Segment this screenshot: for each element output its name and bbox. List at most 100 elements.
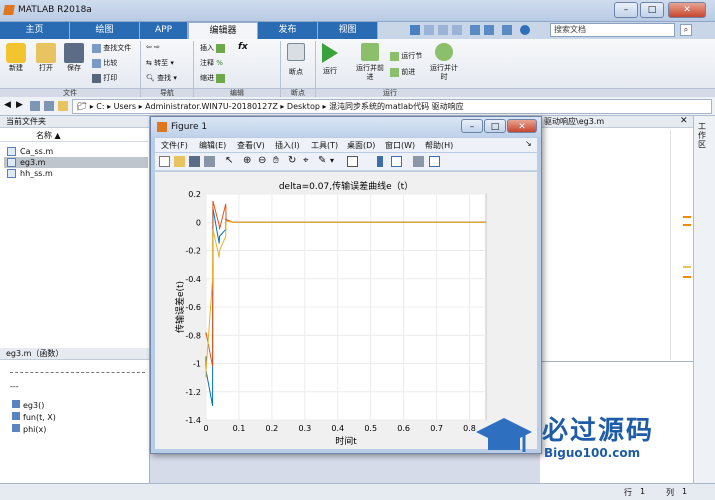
menu-tools[interactable]: 工具(T) <box>311 140 338 151</box>
tab-view[interactable]: 视图 <box>318 22 378 39</box>
status-bar: 行 1 列 1 <box>0 483 715 500</box>
tab-editor[interactable]: 编辑器 <box>188 22 258 39</box>
function-item[interactable]: phi(x) <box>12 424 46 434</box>
file-item[interactable]: hh_ss.m <box>4 168 148 179</box>
pan-icon[interactable]: ✋︎ <box>273 155 279 166</box>
cut-quick-icon[interactable] <box>424 25 434 35</box>
help-quick-icon[interactable] <box>520 25 530 35</box>
new-figure-icon[interactable] <box>159 156 170 167</box>
open-button[interactable]: 打开 <box>36 43 56 73</box>
figure-minimize-button[interactable]: – <box>461 119 483 133</box>
run-section-button[interactable]: 运行节 <box>390 51 422 61</box>
minimize-button[interactable]: – <box>614 2 638 18</box>
dock-arrow-icon[interactable]: ↘ <box>525 139 532 148</box>
new-button[interactable]: 新建 <box>6 43 26 73</box>
brush-dropdown-icon[interactable]: ▾ <box>330 156 334 165</box>
open-folder-icon <box>36 43 56 63</box>
menu-window[interactable]: 窗口(W) <box>385 140 415 151</box>
run-time-button[interactable]: 运行并计时 <box>430 43 458 82</box>
figure-title: Figure 1 <box>171 122 208 132</box>
function-item[interactable]: eg3() <box>12 400 44 410</box>
find-files-button[interactable]: 查找文件 <box>92 43 131 53</box>
breakpoints-button[interactable]: 断点 <box>287 43 305 77</box>
run-advance-icon <box>361 43 379 61</box>
path-segment[interactable]: C: <box>96 102 104 111</box>
switch-windows-quick-icon[interactable] <box>502 25 512 35</box>
brush-icon[interactable]: ✎ <box>318 155 326 166</box>
search-docs-input[interactable]: 搜索文档 <box>550 23 675 37</box>
comment-button[interactable]: 注释 % <box>200 58 223 68</box>
path-segment[interactable]: Desktop <box>287 102 320 111</box>
data-cursor-icon[interactable]: ⌖ <box>303 155 309 166</box>
tab-publish[interactable]: 发布 <box>258 22 318 39</box>
menu-edit[interactable]: 编辑(E) <box>199 140 226 151</box>
indent-button[interactable]: 缩进 <box>200 73 226 83</box>
compare-button[interactable]: 比较 <box>92 58 117 68</box>
y-tick-label: 0 <box>196 218 201 227</box>
workspace-side-tab[interactable]: 工作区 <box>698 122 710 149</box>
tab-plots[interactable]: 绘图 <box>70 22 140 39</box>
rotate-icon[interactable]: ↻ <box>288 155 296 166</box>
y-tick-label: -1 <box>193 360 201 369</box>
legend-icon[interactable] <box>391 156 402 167</box>
print-button[interactable]: 打印 <box>92 73 117 83</box>
redo-quick-icon[interactable] <box>484 25 494 35</box>
back-forward-buttons[interactable]: ⇦ ⇨ <box>146 43 160 51</box>
path-segment[interactable]: 混沌同步系统的matlab代码 驱动响应 <box>329 102 464 111</box>
zoom-out-icon[interactable]: ⊖ <box>258 155 266 166</box>
x-tick-label: 0.7 <box>430 424 443 433</box>
function-item[interactable]: fun(t, X) <box>12 412 56 422</box>
maximize-button[interactable]: □ <box>640 2 664 18</box>
menu-help[interactable]: 帮助(H) <box>425 140 453 151</box>
name-column-header[interactable]: 名称 ▲ <box>0 130 148 142</box>
figure-logo-icon <box>157 122 167 132</box>
undo-quick-icon[interactable] <box>470 25 480 35</box>
paste-quick-icon[interactable] <box>452 25 462 35</box>
save-figure-icon[interactable] <box>189 156 200 167</box>
print-figure-icon[interactable] <box>204 156 215 167</box>
save-button[interactable]: 保存 <box>64 43 84 73</box>
tab-apps[interactable]: APP <box>140 22 188 39</box>
figure-close-button[interactable]: ✕ <box>507 119 537 133</box>
file-item[interactable]: Ca_ss.m <box>4 146 148 157</box>
up-folder-icon[interactable] <box>30 101 40 111</box>
goto-button[interactable]: ⇆ 转至 ▾ <box>146 58 174 68</box>
zoom-in-icon[interactable]: ⊕ <box>243 155 251 166</box>
run-button[interactable]: 运行 <box>322 43 338 76</box>
tab-home[interactable]: 主页 <box>0 22 70 39</box>
editor-close-icon[interactable]: ✕ <box>680 116 688 126</box>
forward-icon[interactable]: ▶ <box>16 100 23 110</box>
advance-button[interactable]: 前进 <box>390 67 415 77</box>
show-plot-tools-icon[interactable] <box>429 156 440 167</box>
colorbar-icon[interactable] <box>377 156 383 167</box>
menu-file[interactable]: 文件(F) <box>161 140 188 151</box>
path-segment[interactable]: Administrator.WIN7U-20180127Z <box>145 102 278 111</box>
find-button[interactable]: 🔍︎ 查找 ▾ <box>146 73 177 83</box>
menu-view[interactable]: 查看(V) <box>237 140 265 151</box>
open-file-icon[interactable] <box>174 156 185 167</box>
pointer-icon[interactable]: ↖ <box>225 155 233 166</box>
forward-arrow-icon[interactable]: ⇨ <box>154 43 160 51</box>
menu-insert[interactable]: 插入(I) <box>275 140 300 151</box>
folder-icon[interactable] <box>58 101 68 111</box>
insert-button[interactable]: 插入 <box>200 43 226 53</box>
search-icon[interactable]: ⌕ <box>680 24 692 36</box>
link-plot-icon[interactable] <box>347 156 358 167</box>
save-quick-icon[interactable] <box>410 25 420 35</box>
hide-plot-tools-icon[interactable] <box>413 156 424 167</box>
run-advance-button[interactable]: 运行并前进 <box>355 43 385 82</box>
back-arrow-icon[interactable]: ⇦ <box>146 43 152 51</box>
back-icon[interactable]: ◀ <box>4 100 11 110</box>
fx-button[interactable]: fx <box>238 42 248 52</box>
editor-tab[interactable]: 驱动响应\eg3.m <box>540 116 693 128</box>
copy-quick-icon[interactable] <box>438 25 448 35</box>
col-label: 列 <box>666 488 674 497</box>
path-segment[interactable]: Users <box>114 102 136 111</box>
file-item-selected[interactable]: eg3.m <box>4 157 148 168</box>
menu-desktop[interactable]: 桌面(D) <box>347 140 375 151</box>
figure-maximize-button[interactable]: □ <box>484 119 506 133</box>
browse-folder-icon[interactable] <box>44 101 54 111</box>
close-button[interactable]: ✕ <box>668 2 706 18</box>
current-folder-panel: 当前文件夹 名称 ▲ Ca_ss.m eg3.m hh_ss.m <box>0 116 150 348</box>
path-field[interactable]: 📁︎ ▸ C: ▸ Users ▸ Administrator.WIN7U-20… <box>72 99 712 114</box>
